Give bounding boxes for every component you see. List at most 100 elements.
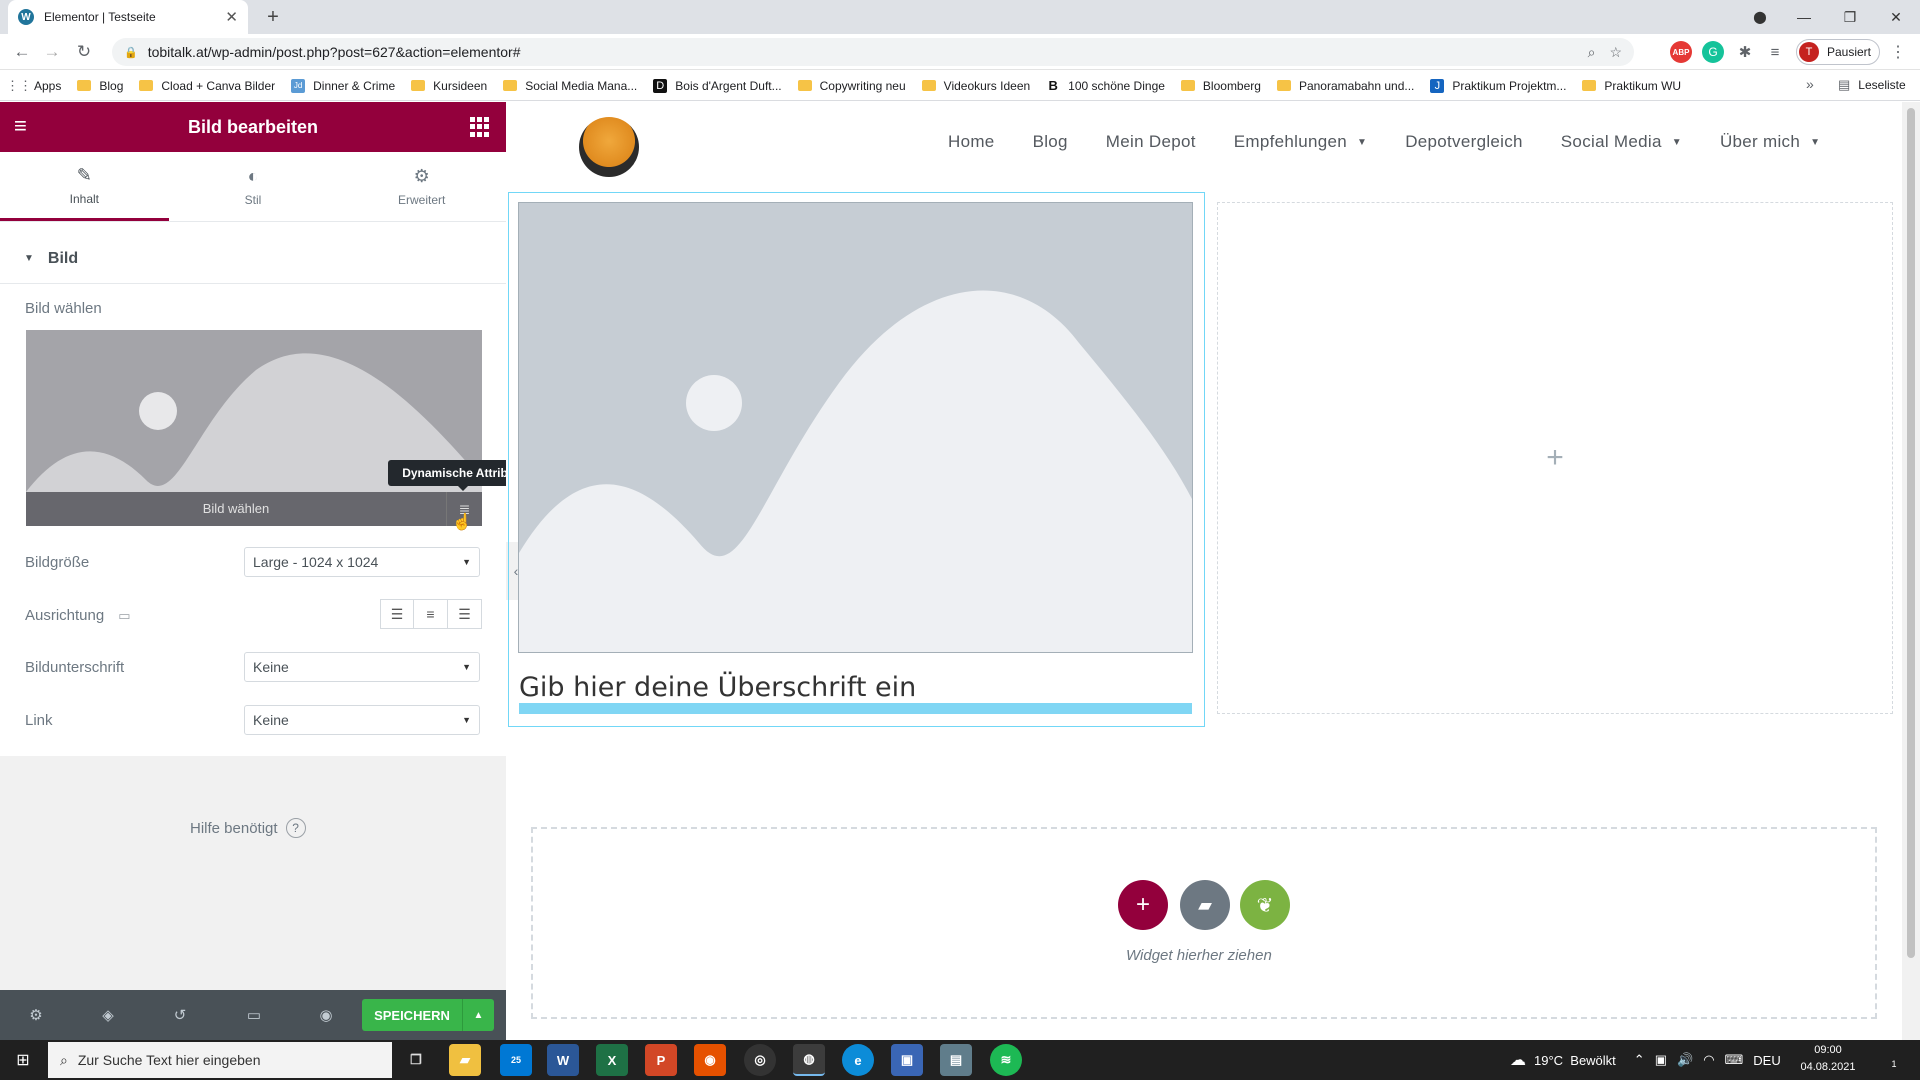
wifi-icon[interactable]: ◠ [1703,1052,1714,1068]
profile-button[interactable]: T Pausiert [1796,39,1880,65]
empty-column[interactable]: + [1217,202,1893,714]
file-explorer-icon[interactable]: ▰ [449,1044,481,1076]
nav-item-mein-depot[interactable]: Mein Depot [1106,132,1196,152]
powerpoint-icon[interactable]: P [645,1044,677,1076]
bookmark-folder[interactable]: Cload + Canva Bilder [139,79,275,93]
template-library-folder-icon[interactable]: ▰ [1180,880,1230,930]
outlook-icon[interactable]: 25 [500,1044,532,1076]
save-button[interactable]: SPEICHERN [362,999,462,1031]
section-header-bild[interactable]: ▼ Bild [0,234,506,284]
bookmark-star-icon[interactable]: ☆ [1609,44,1622,61]
bookmark-apps[interactable]: ⋮⋮ Apps [6,78,61,93]
windows-start-icon[interactable]: ⊞ [0,1040,46,1080]
camera-icon[interactable]: ▣ [1655,1052,1667,1068]
restore-button[interactable]: ❐ [1830,4,1870,30]
tab-stil[interactable]: ◐ Stil [169,152,338,221]
bookmark-site[interactable]: J Praktikum Projektm... [1430,78,1566,93]
grammarly-extension-icon[interactable]: G [1702,41,1724,63]
add-widget-plus-icon[interactable]: + [1218,203,1892,713]
align-right-icon[interactable]: ☰ [448,599,482,629]
folder-icon [921,80,936,91]
bookmark-folder[interactable]: Videokurs Ideen [921,79,1030,93]
site-logo-avatar[interactable] [579,117,639,177]
nav-item-depotvergleich[interactable]: Depotvergleich [1405,132,1523,152]
heading-widget[interactable]: Gib hier deine Überschrift ein [519,672,916,703]
browser-tab[interactable]: W Elementor | Testseite ✕ [8,0,248,34]
close-tab-icon[interactable]: ✕ [225,8,238,26]
nav-item-home[interactable]: Home [948,132,995,152]
more-bookmarks-icon[interactable]: » [1806,76,1814,92]
bookmark-folder[interactable]: Praktikum WU [1582,79,1681,93]
preview-eye-icon[interactable]: ◉ [314,1004,338,1026]
history-icon[interactable]: ↺ [168,1004,192,1026]
tab-search-icon[interactable]: ⬤ [1748,6,1772,28]
image-size-select[interactable]: Large - 1024 x 1024 ▼ [244,547,480,577]
weather-text[interactable]: 19°C Bewölkt [1534,1053,1616,1068]
page-scrollbar[interactable] [1902,102,1920,1040]
new-tab-button[interactable]: + [260,4,286,30]
app-icon[interactable]: ◉ [694,1044,726,1076]
bookmark-folder[interactable]: Blog [77,79,123,93]
zoom-icon[interactable]: ⌕ [1588,44,1596,61]
tab-erweitert[interactable]: ⚙ Erweitert [337,152,506,221]
media-control-icon[interactable]: ≡ [1764,41,1786,63]
bookmark-folder[interactable]: Social Media Mana... [503,79,637,93]
keyboard-icon[interactable]: ⌨ [1725,1052,1744,1068]
nav-item-ueber-mich[interactable]: Über mich ▼ [1720,132,1820,152]
nav-item-blog[interactable]: Blog [1033,132,1068,152]
taskbar-clock[interactable]: 09:00 04.08.2021 [1790,1042,1866,1078]
tab-inhalt[interactable]: ✎ Inhalt [0,152,169,221]
scrollbar-thumb[interactable] [1907,108,1915,958]
desktop-icon[interactable]: ▭ [118,608,130,624]
spotify-icon[interactable]: ≋ [990,1044,1022,1076]
save-options-caret-icon[interactable]: ▲ [462,999,494,1031]
align-left-icon[interactable]: ☰ [380,599,414,629]
nav-item-social-media[interactable]: Social Media ▼ [1561,132,1682,152]
app-icon[interactable]: ▤ [940,1044,972,1076]
bookmark-folder[interactable]: Panoramabahn und... [1276,79,1414,93]
add-section-button[interactable]: + [1118,880,1168,930]
close-window-button[interactable]: ✕ [1876,4,1916,30]
chevron-up-icon[interactable]: ⌃ [1634,1052,1645,1068]
bookmark-site[interactable]: D Bois d'Argent Duft... [653,78,782,93]
bookmark-folder[interactable]: Bloomberg [1180,79,1261,93]
extensions-puzzle-icon[interactable]: ✱ [1734,41,1756,63]
task-view-icon[interactable]: ❐ [400,1044,432,1076]
address-bar[interactable]: 🔒 tobitalk.at/wp-admin/post.php?post=627… [112,38,1634,66]
back-icon[interactable]: ← [8,38,36,66]
obs-icon[interactable]: ◎ [744,1044,776,1076]
caption-select[interactable]: Keine ▼ [244,652,480,682]
responsive-mode-icon[interactable]: ▭ [242,1004,266,1026]
template-kit-leaf-icon[interactable]: ❦ [1240,880,1290,930]
notification-center-icon[interactable]: 1 [1876,1046,1906,1074]
taskbar-search[interactable]: ⌕ Zur Suche Text hier eingeben [48,1042,392,1078]
nav-item-empfehlungen[interactable]: Empfehlungen ▼ [1234,132,1367,152]
image-widget[interactable] [518,202,1193,653]
url-text[interactable]: tobitalk.at/wp-admin/post.php?post=627&a… [148,44,1574,60]
bookmark-site[interactable]: Jd Dinner & Crime [291,78,395,93]
browser-menu-icon[interactable]: ⋮ [1886,40,1910,64]
chrome-icon[interactable]: ◍ [793,1044,825,1076]
search-placeholder: Zur Suche Text hier eingeben [77,1052,261,1068]
link-select[interactable]: Keine ▼ [244,705,480,735]
widgets-grid-icon[interactable] [470,117,490,137]
adblock-extension-icon[interactable]: ABP [1670,41,1692,63]
word-icon[interactable]: W [547,1044,579,1076]
language-indicator[interactable]: DEU [1753,1053,1780,1068]
settings-icon[interactable]: ⚙ [24,1004,48,1026]
help-link[interactable]: Hilfe benötigt ? [190,818,306,838]
reload-icon[interactable]: ↻ [70,38,98,66]
volume-icon[interactable]: 🔊 [1677,1052,1693,1068]
bookmark-folder[interactable]: Copywriting neu [797,79,906,93]
navigator-layers-icon[interactable]: ◈ [96,1004,120,1026]
bookmark-folder[interactable]: Kursideen [411,79,487,93]
excel-icon[interactable]: X [596,1044,628,1076]
minimize-button[interactable]: — [1784,4,1824,30]
bookmark-site[interactable]: B 100 schöne Dinge [1046,78,1164,93]
edge-icon[interactable]: e [842,1044,874,1076]
app-icon[interactable]: ▣ [891,1044,923,1076]
choose-image-button[interactable]: Bild wählen [26,492,482,526]
forward-icon[interactable]: → [38,38,66,66]
align-center-icon[interactable]: ≡ [414,599,448,629]
reading-list-button[interactable]: ▤ Leseliste [1838,77,1906,93]
